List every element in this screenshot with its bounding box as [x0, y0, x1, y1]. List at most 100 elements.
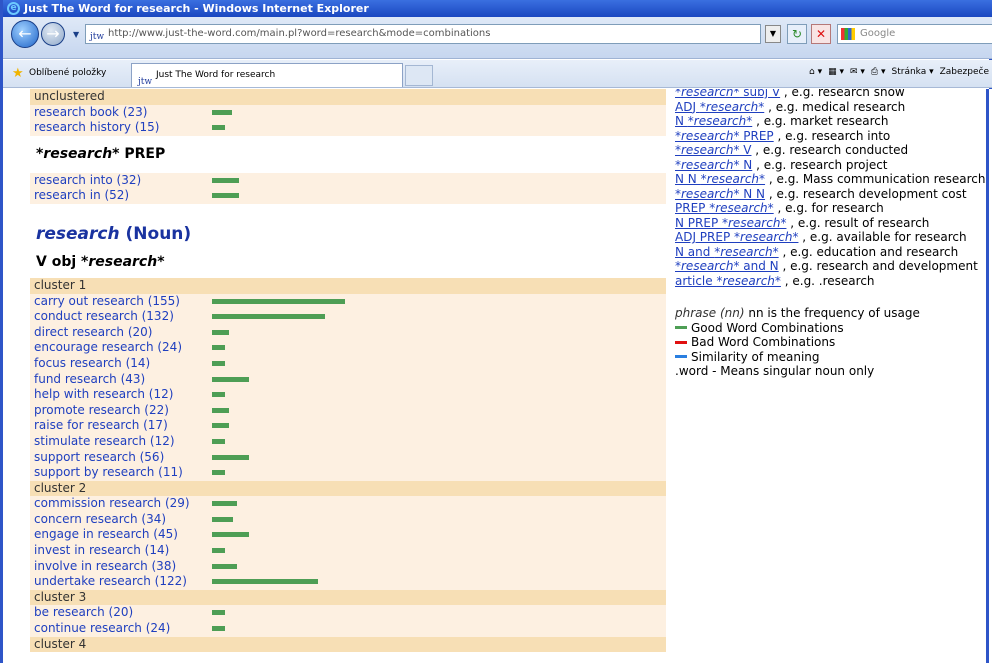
mail-icon[interactable]: ✉ ▾	[850, 67, 865, 77]
combination-link[interactable]: involve in research (38)	[34, 559, 176, 575]
title-bar: e Just The Word for research - Windows I…	[3, 0, 992, 17]
site-favicon-icon: jtw	[90, 32, 105, 42]
favorites-star-icon[interactable]: ★	[12, 66, 24, 81]
combination-link[interactable]: direct research (20)	[34, 325, 152, 341]
combination-link[interactable]: support by research (11)	[34, 465, 183, 481]
pattern-panel: *research* subj V , e.g. research show AD…	[675, 89, 991, 379]
combination-link[interactable]: research history (15)	[34, 120, 159, 136]
back-button[interactable]: ←	[11, 20, 39, 48]
pattern-item: *research* N , e.g. research project	[675, 158, 991, 173]
combination-link[interactable]: undertake research (122)	[34, 574, 187, 590]
pattern-keyword: *research*	[734, 230, 799, 244]
legend-bad-label: Bad Word Combinations	[691, 335, 836, 349]
tab-just-the-word[interactable]: jtw Just The Word for research	[131, 63, 403, 87]
history-dropdown-icon[interactable]: ▼	[73, 30, 79, 39]
browser-window: e Just The Word for research - Windows I…	[0, 0, 992, 663]
pattern-link[interactable]: *research* N N	[675, 187, 765, 201]
stop-button[interactable]: ✕	[811, 24, 831, 44]
pattern-example: , e.g. medical research	[764, 99, 906, 114]
search-input[interactable]: Google	[837, 24, 992, 44]
pattern-link[interactable]: article *research*	[675, 274, 781, 288]
address-bar[interactable]: jtw http://www.just-the-word.com/main.pl…	[85, 24, 761, 44]
favorites-button[interactable]: Oblíbené položky	[29, 68, 106, 78]
frequency-bar	[212, 392, 225, 398]
combination-link[interactable]: research book (23)	[34, 105, 147, 121]
pattern-item: N and *research* , e.g. education and re…	[675, 245, 991, 260]
pattern-keyword: *research*	[716, 273, 781, 288]
print-icon[interactable]: ⎙ ▾	[871, 67, 886, 77]
page-content: unclustered research book (23) research hi…	[3, 89, 992, 663]
pattern-keyword: *research*	[709, 201, 774, 215]
search-placeholder: Google	[860, 28, 896, 39]
list-item: support by research (11)	[30, 465, 666, 481]
frequency-bar	[212, 532, 249, 538]
safety-menu[interactable]: Zabezpeče	[940, 67, 989, 77]
combination-link[interactable]: encourage research (24)	[34, 340, 182, 356]
list-item: help with research (12)	[30, 387, 666, 403]
google-icon	[841, 28, 855, 40]
frequency-bar	[212, 376, 249, 382]
frequency-bar	[212, 423, 229, 429]
list-item: raise for research (17)	[30, 418, 666, 434]
legend-phrase-rest: nn is the frequency of usage	[744, 306, 920, 320]
page-menu[interactable]: Stránka ▾	[892, 67, 934, 77]
pattern-link[interactable]: *research* subj V	[675, 89, 780, 99]
cluster-header: unclustered	[30, 89, 666, 105]
pattern-link[interactable]: *research* N	[675, 158, 752, 172]
combination-link[interactable]: conduct research (132)	[34, 309, 174, 325]
list-item: stimulate research (12)	[30, 433, 666, 450]
combination-link[interactable]: focus research (14)	[34, 356, 150, 372]
pattern-example: , e.g. result of research	[786, 215, 930, 230]
pattern-link[interactable]: *research* V	[675, 143, 751, 157]
combination-link[interactable]: raise for research (17)	[34, 418, 168, 434]
pattern-example: , e.g. for research	[773, 201, 884, 215]
list-item: direct research (20)	[30, 324, 666, 341]
vobj-heading-word: *research*	[81, 253, 165, 270]
combination-link[interactable]: concern research (34)	[34, 512, 166, 528]
pattern-link[interactable]: *research* and N	[675, 259, 779, 273]
frequency-bar	[212, 579, 318, 585]
new-tab-button[interactable]	[405, 65, 433, 86]
frequency-bar	[212, 177, 239, 183]
combination-link[interactable]: fund research (43)	[34, 372, 145, 388]
vobj-heading: V obj *research*	[30, 247, 666, 278]
combination-link[interactable]: support research (56)	[34, 450, 164, 466]
pattern-link[interactable]: *research* PREP	[675, 129, 774, 143]
combination-link[interactable]: help with research (12)	[34, 387, 173, 403]
list-item: promote research (22)	[30, 402, 666, 419]
combination-link[interactable]: be research (20)	[34, 605, 133, 621]
pattern-link[interactable]: PREP *research*	[675, 201, 774, 215]
combinations-list: unclustered research book (23) research hi…	[30, 89, 666, 653]
home-icon[interactable]: ⌂ ▾	[809, 67, 822, 77]
pattern-link[interactable]: N PREP *research*	[675, 216, 786, 230]
combination-link[interactable]: continue research (24)	[34, 621, 170, 637]
refresh-button[interactable]: ↻	[787, 24, 807, 44]
pattern-item: *research* PREP , e.g. research into	[675, 129, 991, 144]
pattern-link[interactable]: ADJ *research*	[675, 100, 764, 114]
frequency-bar	[212, 470, 225, 476]
pattern-link[interactable]: N N *research*	[675, 172, 765, 186]
legend-bad: Bad Word Combinations	[675, 335, 991, 350]
pattern-link[interactable]: N and *research*	[675, 245, 779, 259]
combination-link[interactable]: promote research (22)	[34, 403, 169, 419]
combination-link[interactable]: stimulate research (12)	[34, 434, 175, 450]
forward-button[interactable]: →	[41, 22, 65, 46]
pattern-link[interactable]: N *research*	[675, 114, 752, 128]
address-dropdown-button[interactable]: ▼	[765, 25, 781, 43]
pattern-item: N N *research* , e.g. Mass communication…	[675, 172, 991, 187]
pattern-keyword: *research*	[699, 99, 765, 114]
combination-link[interactable]: research into (32)	[34, 173, 141, 189]
prep-heading: *research* PREP	[30, 136, 666, 173]
frequency-bar	[212, 298, 345, 304]
frequency-bar	[212, 626, 225, 632]
feeds-icon[interactable]: ▦ ▾	[828, 67, 844, 77]
legend-similar-label: Similarity of meaning	[691, 349, 820, 364]
list-item: conduct research (132)	[30, 309, 666, 325]
pattern-keyword: *research*	[700, 172, 766, 186]
combination-link[interactable]: research in (52)	[34, 188, 129, 204]
combination-link[interactable]: commission research (29)	[34, 496, 190, 512]
combination-link[interactable]: engage in research (45)	[34, 527, 178, 543]
combination-link[interactable]: carry out research (155)	[34, 294, 180, 310]
combination-link[interactable]: invest in research (14)	[34, 543, 169, 559]
pattern-link[interactable]: ADJ PREP *research*	[675, 230, 798, 244]
